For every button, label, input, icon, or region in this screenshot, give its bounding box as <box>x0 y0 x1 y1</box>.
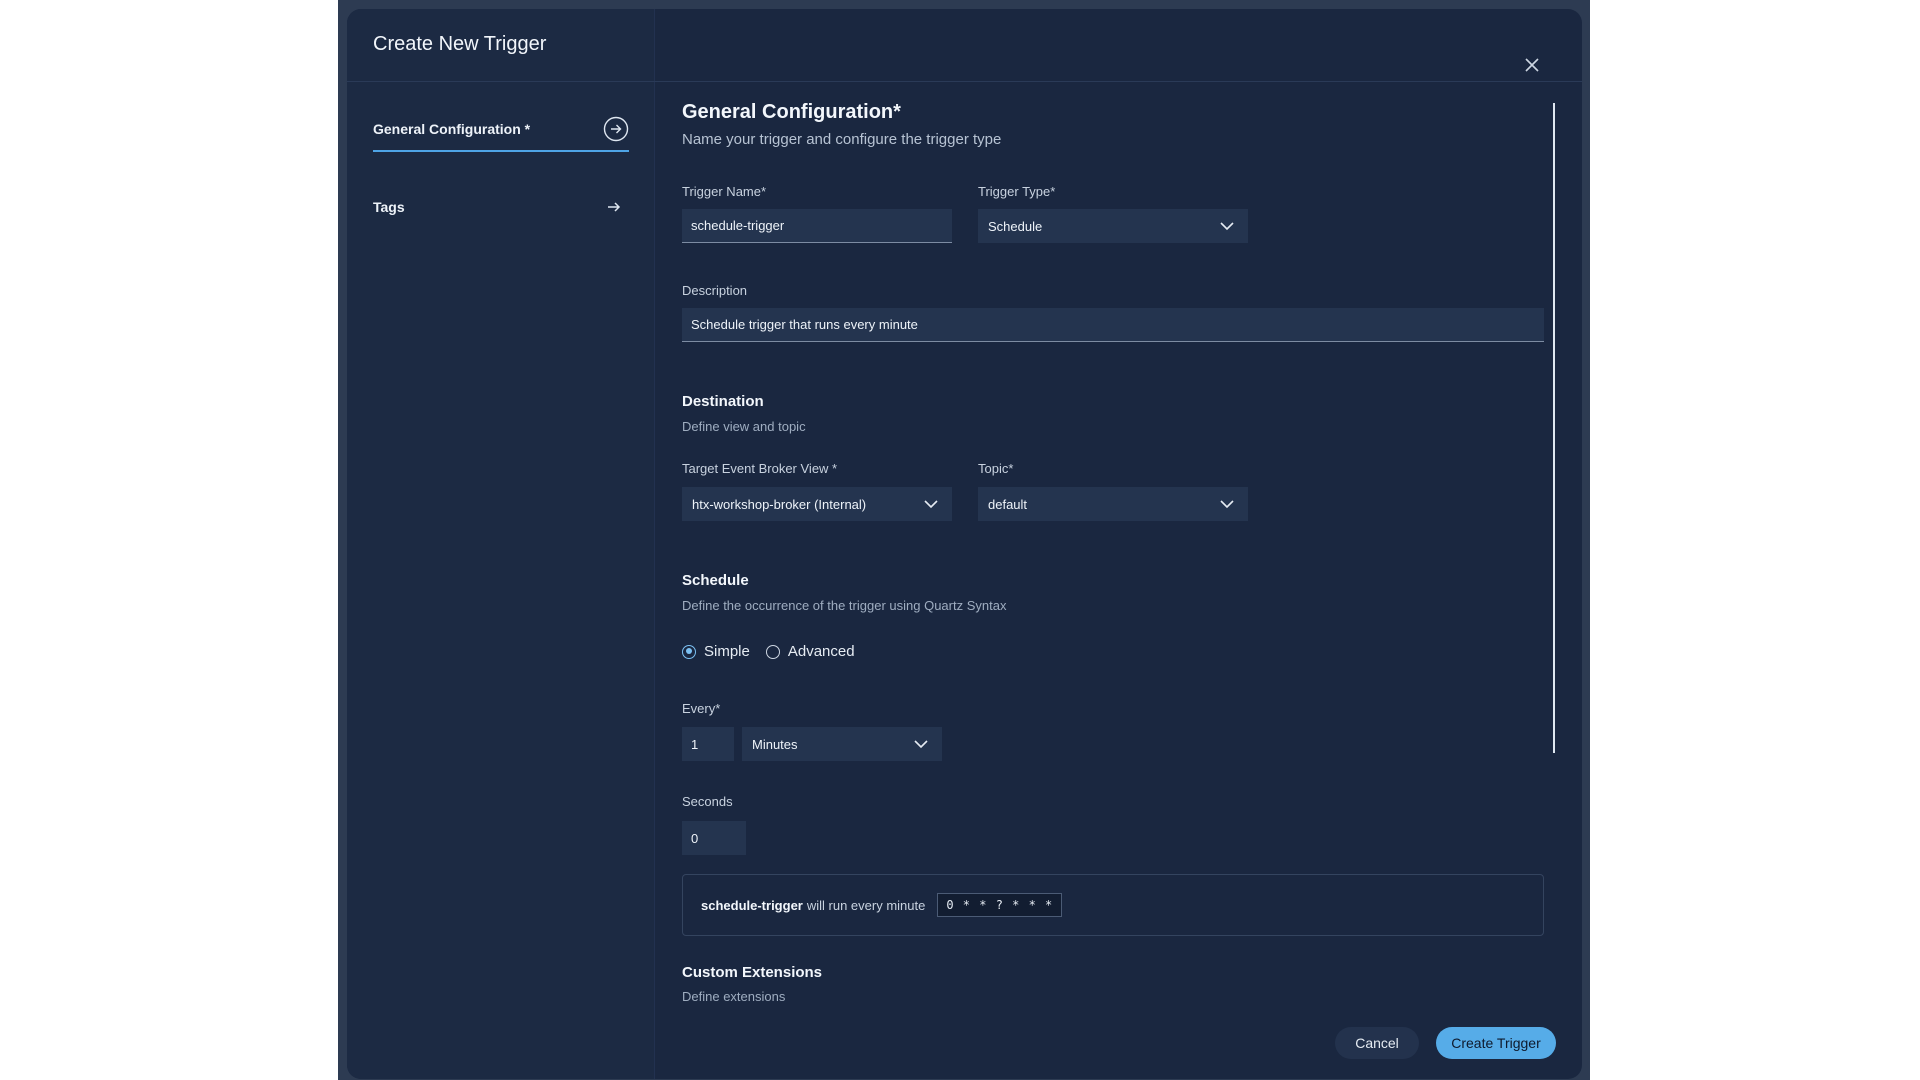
cancel-button[interactable]: Cancel <box>1335 1027 1419 1059</box>
every-input[interactable]: 1 <box>682 727 734 761</box>
time-unit-value: Minutes <box>752 736 798 752</box>
cron-expression: 0 * * ? * * * <box>937 893 1063 917</box>
chevron-down-icon <box>924 500 938 509</box>
chevron-down-icon <box>1220 222 1234 231</box>
topic-label: Topic* <box>978 461 1014 476</box>
every-label: Every* <box>682 701 721 716</box>
arrow-right-icon <box>608 202 621 212</box>
seconds-input[interactable]: 0 <box>682 821 746 855</box>
nav-item-general-configuration[interactable]: General Configuration * <box>373 111 629 147</box>
custom-extensions-title: Custom Extensions <box>682 964 823 981</box>
topic-value: default <box>988 496 1028 512</box>
nav-item-label: Tags <box>373 199 405 215</box>
trigger-type-value: Schedule <box>988 218 1043 234</box>
destination-title: Destination <box>682 393 764 410</box>
trigger-type-label: Trigger Type* <box>978 184 1056 199</box>
destination-subtitle: Define view and topic <box>682 419 806 434</box>
form-content: General Configuration* Name your trigger… <box>682 9 1552 1079</box>
radio-simple-label: Simple <box>704 643 750 660</box>
schedule-subtitle: Define the occurrence of the trigger usi… <box>682 598 1007 613</box>
side-panel <box>347 9 655 1079</box>
radio-advanced[interactable]: Advanced <box>765 643 855 660</box>
summary-text: will run every minute <box>806 897 926 913</box>
radio-checked-icon <box>682 644 696 659</box>
radio-advanced-label: Advanced <box>787 643 855 660</box>
modal-title: Create New Trigger <box>373 33 547 55</box>
trigger-name-label: Trigger Name* <box>682 184 767 199</box>
topic-select[interactable]: default <box>978 487 1248 521</box>
seconds-label: Seconds <box>682 794 733 809</box>
schedule-title: Schedule <box>682 572 749 589</box>
section-heading-general: General Configuration* <box>682 101 901 123</box>
trigger-name-input[interactable]: schedule-trigger <box>682 209 952 243</box>
active-nav-indicator <box>373 150 629 152</box>
chevron-down-icon <box>1220 500 1234 509</box>
scrollbar[interactable] <box>1553 103 1555 753</box>
trigger-type-select[interactable]: Schedule <box>978 209 1248 243</box>
custom-extensions-subtitle: Define extensions <box>682 989 786 1004</box>
nav-item-tags[interactable]: Tags <box>373 189 629 225</box>
nav-item-label: General Configuration * <box>373 121 531 137</box>
chevron-down-icon <box>914 740 928 749</box>
schedule-summary: schedule-trigger will run every minute 0… <box>682 874 1544 936</box>
create-trigger-modal: Create New Trigger General Configuration… <box>347 9 1582 1079</box>
create-trigger-button[interactable]: Create Trigger <box>1436 1027 1556 1059</box>
target-view-label: Target Event Broker View * <box>682 461 838 476</box>
summary-trigger-name: schedule-trigger <box>701 897 803 913</box>
radio-simple[interactable]: Simple <box>682 643 750 660</box>
arrow-circle-right-icon <box>603 116 629 142</box>
target-view-value: htx-workshop-broker (Internal) <box>692 496 867 512</box>
time-unit-select[interactable]: Minutes <box>742 727 942 761</box>
description-label: Description <box>682 283 748 298</box>
radio-unchecked-icon <box>765 644 780 659</box>
target-view-select[interactable]: htx-workshop-broker (Internal) <box>682 487 952 521</box>
schedule-mode-radio-group: Simple Advanced <box>682 643 855 660</box>
description-input[interactable]: Schedule trigger that runs every minute <box>682 308 1544 342</box>
section-subtitle-general: Name your trigger and configure the trig… <box>682 131 1002 148</box>
